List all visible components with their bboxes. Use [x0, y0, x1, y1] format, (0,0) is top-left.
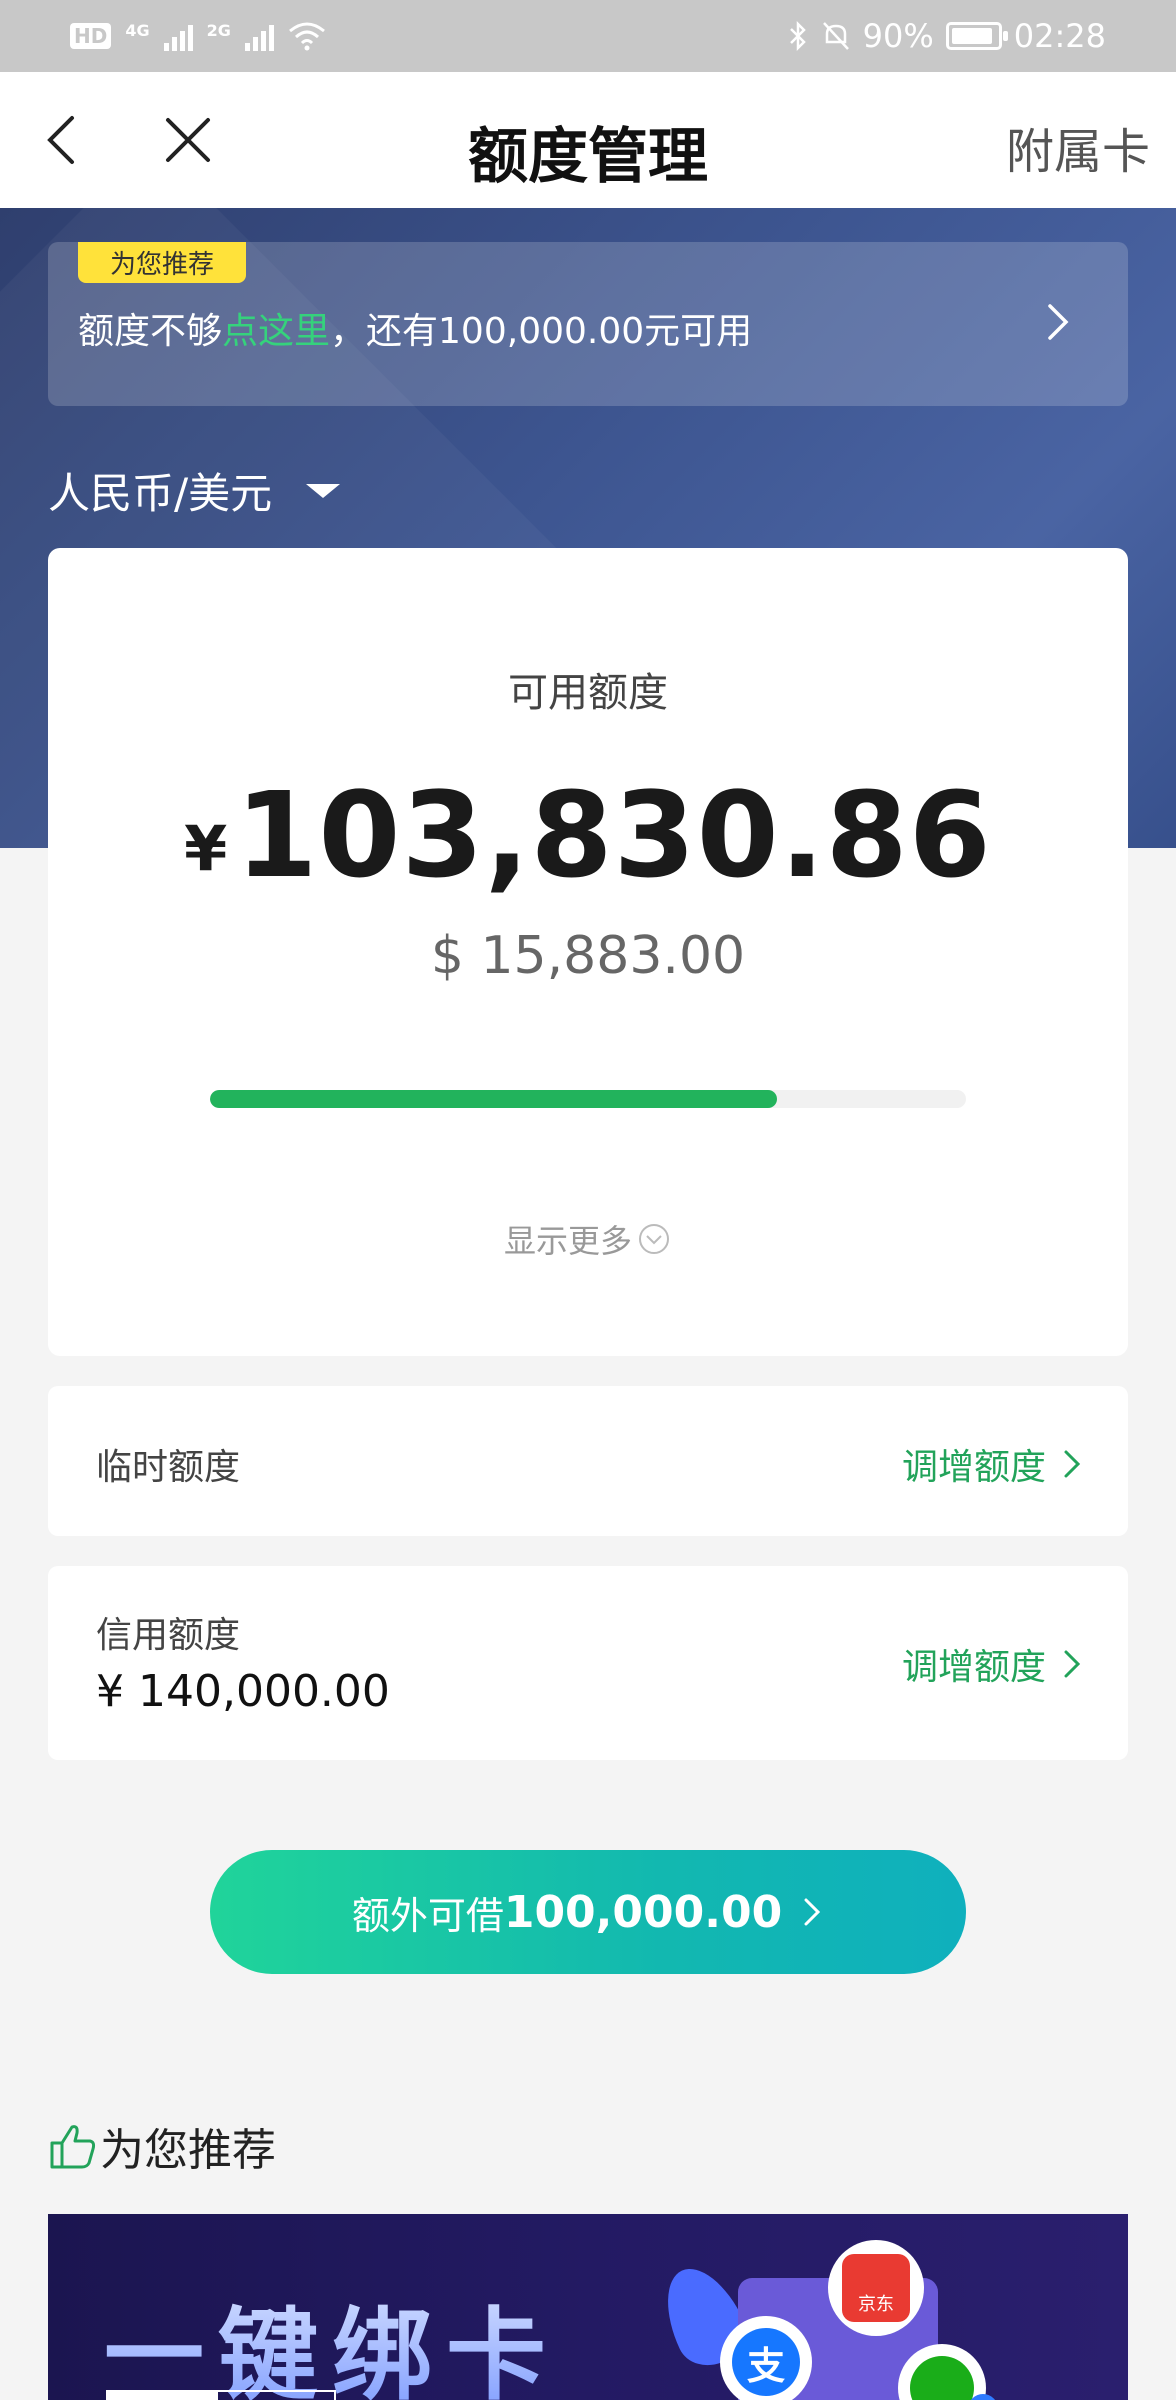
limit-usage-fill	[210, 1090, 777, 1108]
supplementary-card-link[interactable]: 附属卡	[1006, 112, 1150, 182]
battery-icon	[945, 22, 1008, 50]
available-limit-label: 可用额度	[508, 670, 668, 716]
clock: 02:28	[1013, 17, 1106, 55]
jd-logo: 京东	[842, 2254, 910, 2322]
signal-icon	[244, 21, 274, 51]
limit-usage-bar	[210, 1090, 966, 1108]
extra-borrow-amount: 100,000.00	[503, 1886, 783, 1938]
thumbs-up-icon	[50, 2125, 96, 2169]
increase-limit-label: 调增额度	[901, 1647, 1046, 1688]
wechat-logo	[910, 2356, 974, 2400]
extra-borrow-prefix: 额外可借	[351, 1893, 504, 1938]
credit-limit-row: 信用额度 ¥ 140,000.00 调增额度	[48, 1566, 1128, 1760]
alipay-logo: 支	[732, 2328, 800, 2396]
recommend-tag: 为您推荐	[78, 242, 247, 283]
nav-bar: 额度管理 附属卡	[0, 72, 1176, 208]
signal-icon	[163, 21, 193, 51]
temporary-limit-label: 临时额度	[96, 1447, 241, 1488]
show-more-button[interactable]: 显示更多	[48, 1216, 1128, 1262]
sim2-network-label: 2G	[206, 21, 231, 40]
promo-text-suffix: ，还有100,000.00元可用	[330, 311, 753, 352]
banner-title: 一键绑卡	[104, 2274, 560, 2400]
credit-limit-value: ¥ 140,000.00	[96, 1666, 390, 1717]
available-cny-value: 103,830.86	[235, 766, 992, 904]
currency-selected-label: 人民币/美元	[48, 469, 273, 518]
available-usd-amount: $ 15,883.00	[430, 926, 746, 986]
sim1-network-label: 4G	[125, 21, 150, 40]
status-bar-right: 90% 02:28	[787, 17, 1106, 55]
caret-down-icon	[306, 483, 341, 498]
hd-badge: HD	[70, 23, 112, 49]
show-more-label: 显示更多	[503, 1222, 632, 1260]
battery-percent: 90%	[862, 17, 934, 55]
chevron-right-icon	[1064, 1650, 1081, 1678]
recommend-section-header: 为您推荐	[46, 2114, 276, 2178]
status-bar: HD 4G 2G 90% 02:28	[0, 0, 1176, 72]
chevron-right-icon	[1048, 304, 1069, 340]
promo-text-prefix: 额度不够	[78, 311, 223, 352]
available-limit-card: 可用额度 ¥103,830.86 $ 15,883.00 显示更多	[48, 548, 1128, 1356]
extra-borrow-button[interactable]: 额外可借 100,000.00	[210, 1850, 966, 1974]
bluetooth-icon	[789, 20, 806, 52]
credit-limit-label: 信用额度	[96, 1615, 241, 1656]
recommend-section-title: 为您推荐	[100, 2125, 276, 2176]
limit-promo-banner[interactable]: 为您推荐 额度不够点这里，还有100,000.00元可用	[48, 242, 1128, 406]
credit-limit-increase-button[interactable]: 调增额度	[902, 1638, 1084, 1690]
chevron-right-icon	[1064, 1450, 1081, 1478]
page-title: 额度管理	[468, 122, 708, 192]
bind-card-banner[interactable]: 一键绑卡 京东 支	[48, 2214, 1128, 2400]
chevron-down-circle-icon	[639, 1224, 669, 1254]
wifi-icon	[288, 22, 325, 51]
yen-symbol: ¥	[184, 812, 228, 885]
jd-icon: 京东	[828, 2240, 924, 2336]
mute-bell-icon	[822, 22, 849, 50]
currency-selector[interactable]: 人民币/美元	[48, 460, 341, 521]
temporary-limit-row: 临时额度 调增额度	[48, 1386, 1128, 1536]
alipay-icon: 支	[720, 2316, 812, 2400]
promo-link[interactable]: 点这里	[222, 311, 330, 352]
chevron-right-icon	[804, 1898, 821, 1926]
available-cny-amount: ¥103,830.86	[48, 766, 1128, 904]
increase-limit-label: 调增额度	[901, 1447, 1046, 1488]
promo-text: 额度不够点这里，还有100,000.00元可用	[78, 302, 752, 354]
temporary-limit-increase-button[interactable]: 调增额度	[902, 1438, 1084, 1490]
status-bar-left: HD 4G 2G	[70, 21, 326, 51]
banner-decoration	[106, 2390, 336, 2400]
